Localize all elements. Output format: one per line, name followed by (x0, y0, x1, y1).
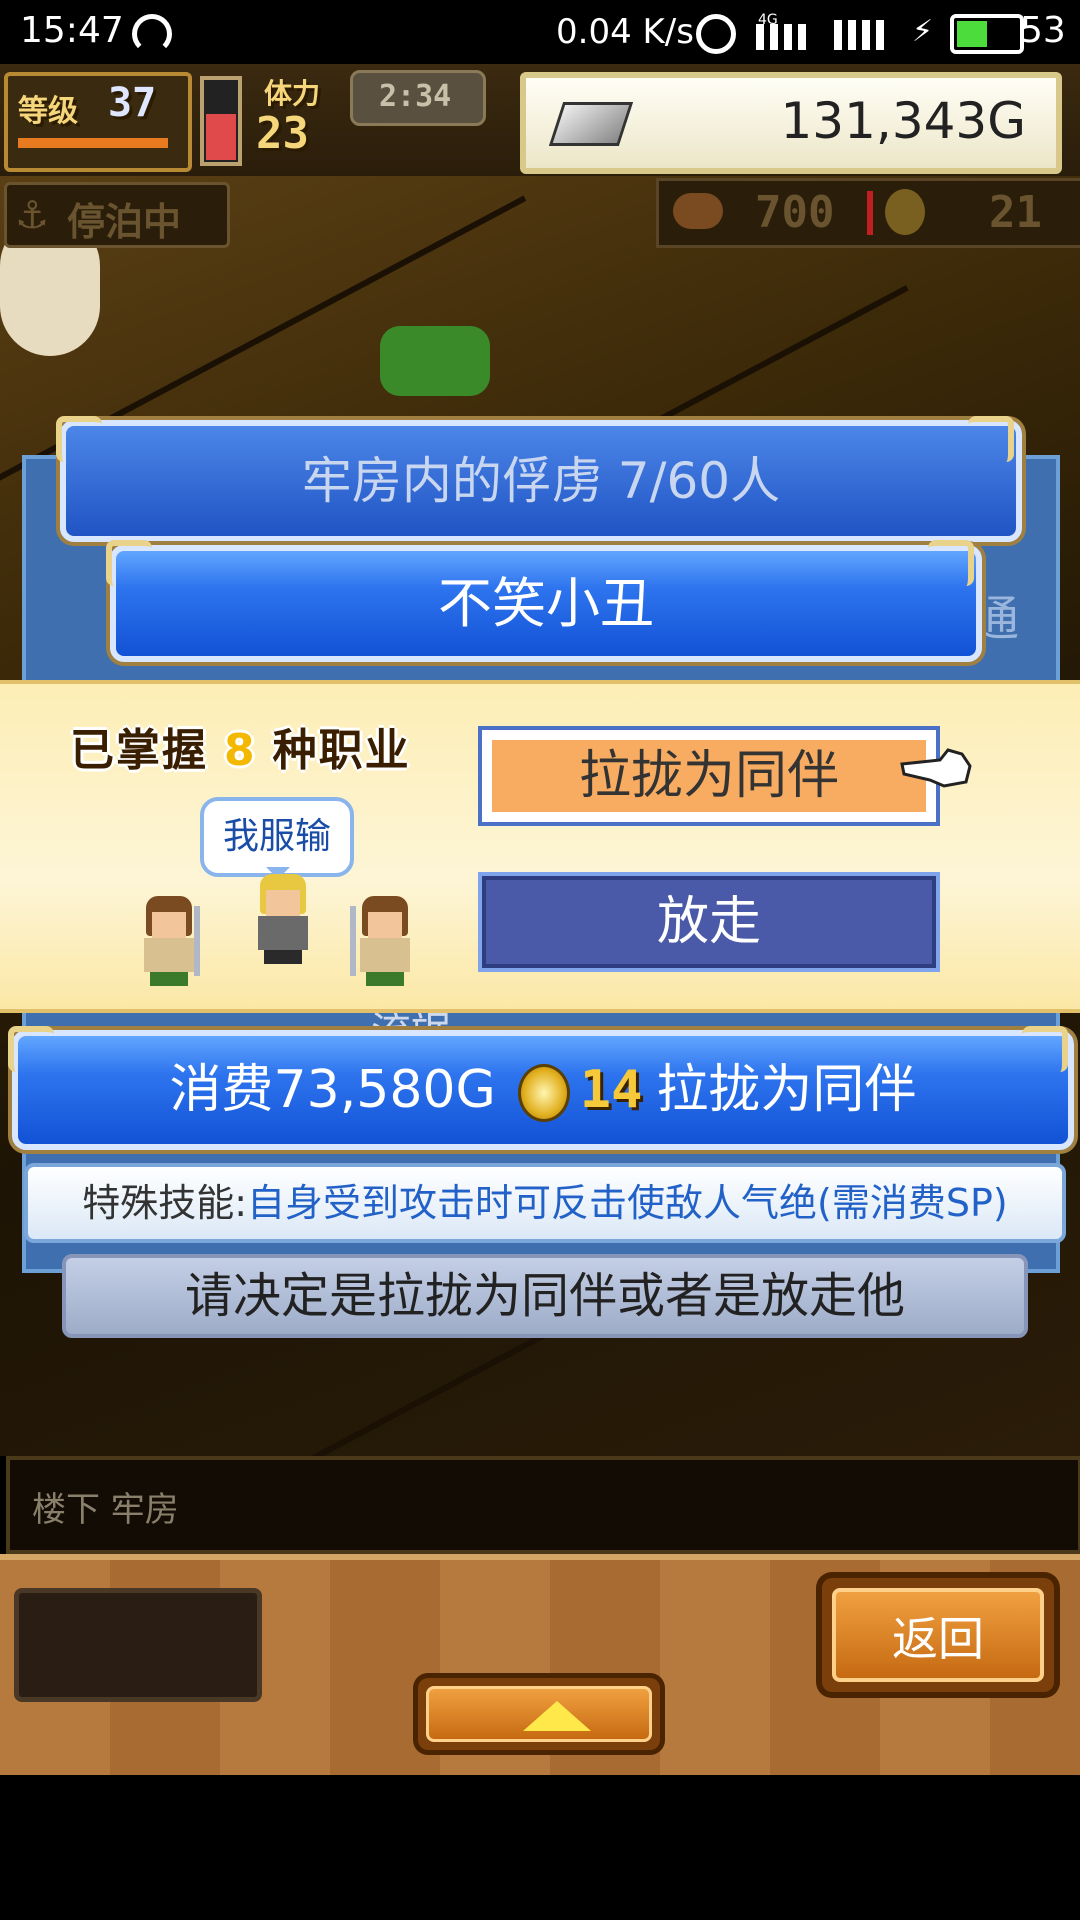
frame-corner (1022, 1026, 1068, 1072)
bottom-toolbar: 返回 (0, 1554, 1080, 1775)
level-value: 37 (108, 80, 157, 126)
frame-corner (928, 540, 974, 586)
net-speed: 0.04 K/s (556, 12, 694, 52)
captive-name-header: 不笑小丑 (110, 545, 982, 662)
skill-count: 8 (224, 725, 257, 776)
charging-icon: ⚡ (912, 14, 934, 49)
divider (867, 191, 873, 235)
skill-summary: 已掌握 8 种职业 (70, 714, 411, 778)
game-hud: 等级 37 体力 23 2:34 131,343G (0, 64, 1080, 180)
scroll-up-face (426, 1686, 652, 1742)
guard-sprite (350, 896, 420, 986)
special-skill-label: 特殊技能: (82, 1181, 248, 1225)
meat-icon (673, 193, 723, 229)
level-label: 等级 (18, 94, 78, 129)
vegetables (380, 326, 490, 396)
skill-suffix: 种职业 (272, 725, 411, 776)
up-arrow-icon (523, 1701, 591, 1731)
food-value: 700 (755, 187, 835, 238)
frame-corner (8, 1026, 54, 1072)
hotspot-icon (132, 14, 172, 54)
exp-bar (18, 138, 168, 148)
docked-badge: ⚓ 停泊中 (4, 182, 230, 248)
signal-icon (756, 24, 812, 50)
coin-icon (885, 189, 925, 235)
release-button-label: 放走 (656, 892, 761, 952)
frame-corner (56, 416, 102, 462)
captive-sprite (248, 874, 318, 964)
status-bar: 15:47 0.04 K/s 4G ⚡ 53 (0, 0, 1080, 64)
guard-sprite (134, 896, 204, 986)
gold-display: 131,343G (520, 72, 1062, 174)
pointing-hand-icon (900, 748, 972, 788)
docked-label: 停泊中 (67, 200, 182, 244)
cost-action-text: 拉拢为同伴 (656, 1060, 917, 1120)
location-bar: 楼下 牢房 (6, 1456, 1080, 1554)
captive-count-title: 牢房内的俘虏 7/60人 (301, 452, 781, 510)
skill-prefix: 已掌握 (70, 725, 208, 776)
captive-decision-dialog: 已掌握 8 种职业 我服输 拉拢为同伴 放走 (0, 680, 1080, 1013)
battery-level: 53 (1020, 10, 1066, 51)
scroll-up-button[interactable] (418, 1678, 660, 1750)
timer-box: 2:34 (350, 70, 486, 126)
resources-bar: 700 21 (656, 178, 1080, 248)
alarm-icon (696, 14, 736, 54)
coin-icon (517, 1064, 570, 1122)
signal-icon (834, 20, 890, 50)
anchor-icon: ⚓ (15, 193, 50, 237)
back-button-label: 返回 (832, 1588, 1044, 1682)
location-label: 楼下 牢房 (32, 1490, 179, 1530)
back-button[interactable]: 返回 (822, 1578, 1054, 1692)
gold-value: 131,343G (780, 92, 1026, 150)
stamina-label: 体力 (264, 77, 321, 110)
captive-count-header: 牢房内的俘虏 7/60人 (60, 420, 1022, 542)
coins-value: 21 (989, 187, 1042, 238)
instruction-text: 请决定是拉拢为同伴或者是放走他 (62, 1254, 1028, 1338)
special-skill-description: 自身受到攻击时可反击使敌人气绝(需消费SP) (247, 1181, 1008, 1225)
frame-corner (106, 540, 152, 586)
special-skill-box: 特殊技能:自身受到攻击时可反击使敌人气绝(需消费SP) (24, 1163, 1066, 1243)
recruit-button[interactable]: 拉拢为同伴 (478, 726, 940, 826)
instruction-label: 请决定是拉拢为同伴或者是放走他 (184, 1268, 905, 1324)
cost-text: 消费73,580G (169, 1060, 496, 1120)
stamina-gauge (200, 76, 242, 166)
recruit-button-label: 拉拢为同伴 (492, 740, 926, 812)
coin-cost: 14 (579, 1060, 643, 1120)
battery-icon (950, 14, 1024, 54)
silver-ingot-icon (548, 102, 634, 146)
stamina-value: 23 (256, 108, 309, 159)
frame-corner (968, 416, 1014, 462)
level-box: 等级 37 (4, 72, 192, 172)
timer-value: 2:34 (379, 79, 452, 114)
speech-text: 我服输 (222, 816, 331, 857)
status-time: 15:47 (20, 10, 124, 51)
recruit-cost-button[interactable]: 消费73,580G 14 拉拢为同伴 (12, 1030, 1074, 1150)
captive-name: 不笑小丑 (438, 572, 654, 635)
release-button[interactable]: 放走 (478, 872, 940, 972)
speech-bubble: 我服输 (200, 797, 354, 879)
empty-slot (14, 1588, 262, 1702)
